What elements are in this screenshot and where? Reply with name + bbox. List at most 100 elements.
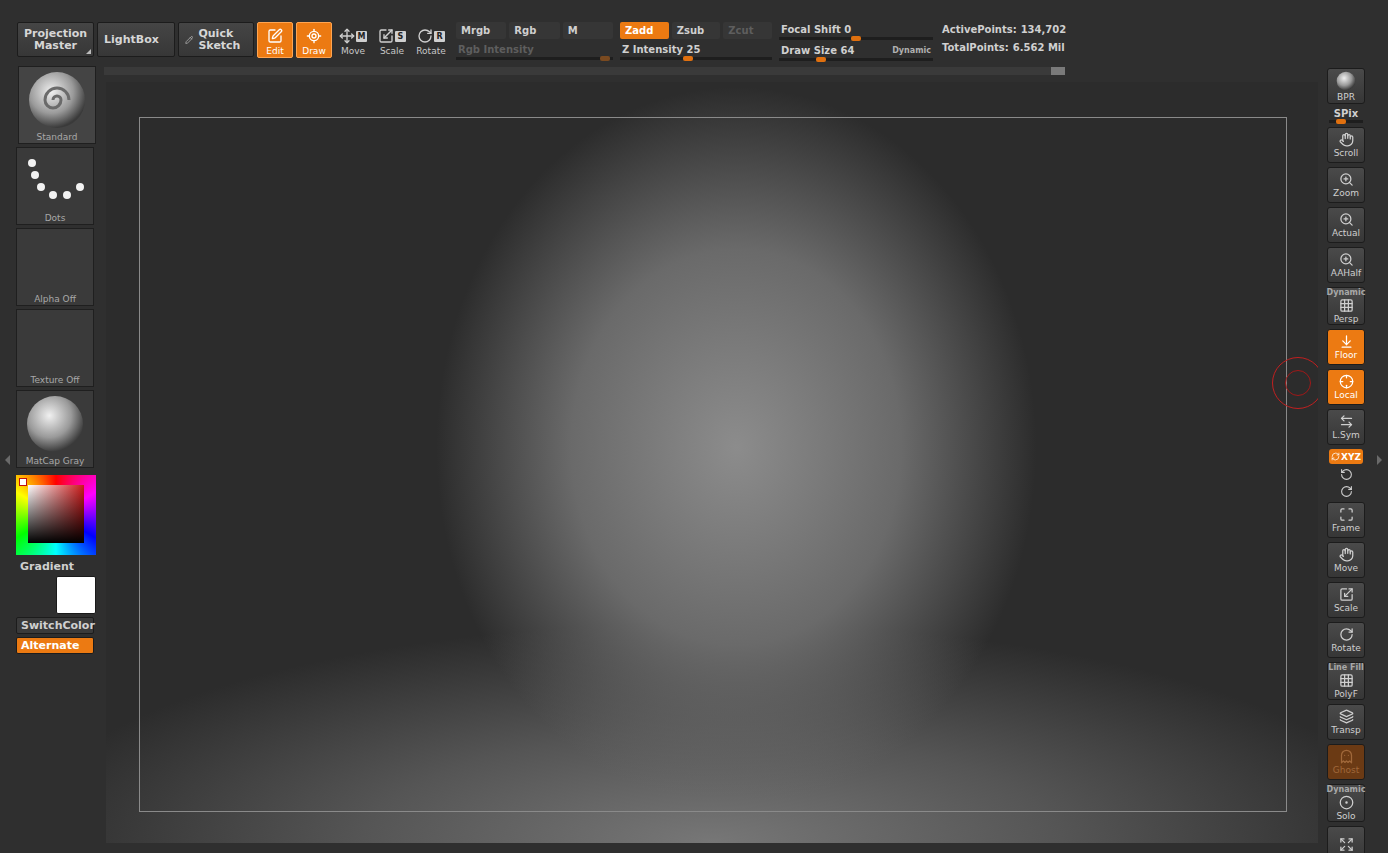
left-shelf: StandardDotsAlpha OffTexture OffMatCap G… <box>14 66 100 853</box>
shelf-tile[interactable]: MatCap Gray <box>16 390 94 468</box>
slider-track[interactable] <box>779 58 933 61</box>
sym-icon <box>1331 452 1340 461</box>
slider-thumb[interactable] <box>851 36 861 41</box>
z-mode-button[interactable]: Zadd <box>620 22 669 39</box>
draw-size-slider[interactable]: Draw Size 64 Dynamic <box>779 43 933 61</box>
saturation-square[interactable] <box>28 485 84 543</box>
stat-line: TotalPoints:6.562 Mil <box>942 42 1066 53</box>
slider-track[interactable] <box>456 57 613 60</box>
shelf-icon <box>1339 132 1354 147</box>
z-mode-button[interactable]: Zsub <box>672 22 721 39</box>
brush-size-group: Focal Shift 0 Draw Size 64 Dynamic <box>779 22 933 61</box>
focal-shift-slider[interactable]: Focal Shift 0 <box>779 22 933 40</box>
mode-icon <box>306 28 322 44</box>
shelf-icon <box>1339 252 1354 267</box>
shelf-button[interactable]: Floor <box>1327 329 1365 365</box>
z-intensity-slider[interactable]: Z Intensity 25 <box>620 42 772 60</box>
z-mode-group: ZaddZsubZcut Z Intensity 25 <box>620 22 772 60</box>
shelf-button[interactable] <box>1327 826 1365 853</box>
xyz-toggle[interactable]: XYZ <box>1329 449 1363 464</box>
slider-thumb[interactable] <box>1336 119 1346 124</box>
mode-button[interactable]: RRotate <box>413 22 449 58</box>
color-picker[interactable] <box>16 475 96 555</box>
mode-button[interactable]: Edit <box>257 22 293 58</box>
brush-sphere-icon <box>27 70 87 130</box>
dynamic-toggle[interactable]: Dynamic <box>892 46 931 55</box>
slider-thumb[interactable] <box>816 57 826 62</box>
shelf-icon <box>1339 172 1354 187</box>
spix-slider[interactable]: SPix <box>1327 108 1365 123</box>
shelf-tile[interactable]: Standard <box>18 66 96 144</box>
shelf-tile[interactable]: Alpha Off <box>16 228 94 306</box>
channel-button[interactable]: Mrgb <box>456 22 506 39</box>
scroll-handle[interactable] <box>1051 67 1065 75</box>
shelf-icon <box>1339 298 1354 313</box>
shelf-button[interactable]: DynamicPersp <box>1327 287 1365 325</box>
alternate-button[interactable]: Alternate <box>16 637 94 654</box>
shelf-icon <box>1339 587 1354 602</box>
main-area: StandardDotsAlpha OffTexture OffMatCap G… <box>0 66 1388 853</box>
shelf-icon <box>1339 547 1354 562</box>
collapse-arrow-icon[interactable] <box>5 455 10 465</box>
shelf-button[interactable]: Line FillPolyF <box>1327 662 1365 700</box>
channel-button[interactable]: Rgb <box>509 22 559 39</box>
shelf-button[interactable]: L.Sym <box>1327 409 1365 445</box>
mode-icon <box>378 28 394 44</box>
slider-label: Z Intensity 25 <box>622 44 700 55</box>
channel-button[interactable]: M <box>563 22 613 39</box>
rotate-cw-icon[interactable] <box>1340 485 1353 498</box>
mode-button[interactable]: MMove <box>335 22 371 58</box>
shelf-button[interactable]: Actual <box>1327 207 1365 243</box>
mode-icon <box>267 28 283 44</box>
shelf-tile[interactable]: Texture Off <box>16 309 94 387</box>
slider-thumb[interactable] <box>683 56 693 61</box>
rotation-axis-pair <box>1340 468 1353 498</box>
shelf-button[interactable]: Scroll <box>1327 127 1365 163</box>
projection-master-button[interactable]: Projection Master <box>17 22 94 57</box>
z-mode-button[interactable]: Zcut <box>723 22 772 39</box>
shelf-button[interactable]: Move <box>1327 542 1365 578</box>
hotkey-badge: S <box>395 31 406 42</box>
shelf-button[interactable]: Scale <box>1327 582 1365 618</box>
shelf-icon <box>1339 374 1354 389</box>
quick-sketch-button[interactable]: Quick Sketch <box>178 22 254 57</box>
top-toolbar: Projection MasterLightBoxQuick SketchEdi… <box>0 0 1388 66</box>
shelf-icon <box>1339 673 1354 688</box>
stat-line: ActivePoints:134,702 <box>942 24 1066 35</box>
shelf-tile[interactable]: Dots <box>16 147 94 225</box>
shelf-icon <box>1339 414 1354 429</box>
shelf-button[interactable]: Local <box>1327 369 1365 405</box>
slider-track[interactable] <box>620 57 772 60</box>
shelf-button[interactable]: Zoom <box>1327 167 1365 203</box>
right-edge[interactable] <box>1370 66 1388 853</box>
hotkey-badge: R <box>434 31 445 42</box>
right-shelf: BPR SPix Scroll Zoom Actual AAHalf DynamicPers… <box>1322 66 1370 853</box>
gradient-label: Gradient <box>16 558 100 573</box>
shelf-button[interactable]: Rotate <box>1327 622 1365 658</box>
lightbox-button[interactable]: LightBox <box>97 22 175 57</box>
canvas-scrollbar[interactable] <box>104 67 1065 75</box>
left-edge[interactable] <box>0 66 14 853</box>
dots-stroke-icon <box>20 157 90 205</box>
expand-arrow-icon[interactable] <box>1377 455 1382 465</box>
switch-color-button[interactable]: SwitchColor <box>16 617 94 634</box>
mode-button[interactable]: Draw <box>296 22 332 58</box>
slider-thumb[interactable] <box>600 56 610 61</box>
slider-label: Rgb Intensity <box>458 44 534 55</box>
viewport-render[interactable] <box>106 82 1318 843</box>
mode-button[interactable]: SScale <box>374 22 410 58</box>
shelf-button[interactable]: Transp <box>1327 704 1365 740</box>
rgb-intensity-slider: Rgb Intensity <box>456 42 613 60</box>
zbrush-window: Projection MasterLightBoxQuick SketchEdi… <box>0 0 1388 853</box>
secondary-color-swatch[interactable] <box>56 576 96 614</box>
slider-track[interactable] <box>779 37 933 40</box>
rotate-ccw-icon[interactable] <box>1340 468 1353 481</box>
shelf-button[interactable]: Frame <box>1327 502 1365 538</box>
shelf-button[interactable]: AAHalf <box>1327 247 1365 283</box>
picker-marker[interactable] <box>19 478 27 486</box>
slider-label: Draw Size 64 <box>781 45 854 56</box>
menu-corner-icon <box>86 49 91 54</box>
mode-icon <box>417 28 433 44</box>
shelf-button[interactable]: BPR <box>1327 68 1365 104</box>
shelf-button[interactable]: DynamicSolo <box>1327 784 1365 822</box>
